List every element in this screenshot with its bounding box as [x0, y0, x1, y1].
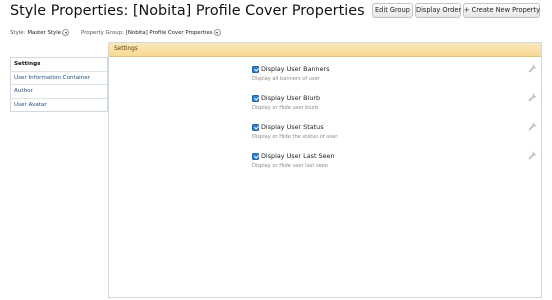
option-description: Display or Hide the status of user. [252, 134, 339, 140]
sidebar-item-user-avatar[interactable]: User Avatar [11, 99, 107, 113]
option-label[interactable]: Display User Banners [261, 65, 329, 73]
wrench-icon[interactable] [528, 122, 537, 131]
edit-group-button[interactable]: Edit Group [372, 3, 413, 18]
style-filter-label: Style: [10, 29, 26, 36]
option-display-user-last-seen: Display User Last Seen Display or Hide u… [252, 151, 537, 178]
display-order-button[interactable]: Display Order [415, 3, 461, 18]
option-description: Display or Hide user last seen [252, 163, 329, 169]
wrench-icon[interactable] [528, 93, 537, 102]
settings-panel: Settings Display User Banners Display al… [108, 42, 542, 298]
option-label[interactable]: Display User Status [261, 123, 324, 131]
checkbox-checked-icon[interactable] [252, 95, 259, 102]
checkbox-checked-icon[interactable] [252, 66, 259, 73]
sidebar-item-user-information-container[interactable]: User Information Container [11, 72, 107, 85]
option-description: Display all banners of user [252, 76, 320, 82]
sidebar-item-author[interactable]: Author [11, 85, 107, 99]
property-group-filter-select[interactable]: [Nobita] Profile Cover Properties [126, 30, 213, 36]
page-title: Style Properties: [Nobita] Profile Cover… [10, 3, 365, 19]
chevron-down-icon[interactable] [213, 29, 221, 36]
option-label[interactable]: Display User Blurb [261, 94, 320, 102]
filter-bar: Style: Master Style Property Group: [Nob… [10, 29, 221, 36]
property-group-filter-label: Property Group: [81, 29, 124, 36]
checkbox-checked-icon[interactable] [252, 124, 259, 131]
style-filter-select[interactable]: Master Style [27, 30, 61, 36]
option-description: Display or Hide user blurb [252, 105, 319, 111]
wrench-icon[interactable] [528, 151, 537, 160]
option-display-user-banners: Display User Banners Display all banners… [252, 64, 537, 91]
settings-panel-header: Settings [109, 43, 541, 57]
option-label[interactable]: Display User Last Seen [261, 152, 335, 160]
option-display-user-blurb: Display User Blurb Display or Hide user … [252, 93, 537, 120]
chevron-down-icon[interactable] [62, 29, 70, 36]
wrench-icon[interactable] [528, 64, 537, 73]
sidebar-item-settings[interactable]: Settings [11, 58, 107, 72]
checkbox-checked-icon[interactable] [252, 153, 259, 160]
option-display-user-status: Display User Status Display or Hide the … [252, 122, 537, 149]
create-new-property-button[interactable]: + Create New Property [463, 3, 540, 18]
property-group-sidebar: Settings User Information Container Auth… [10, 57, 108, 112]
